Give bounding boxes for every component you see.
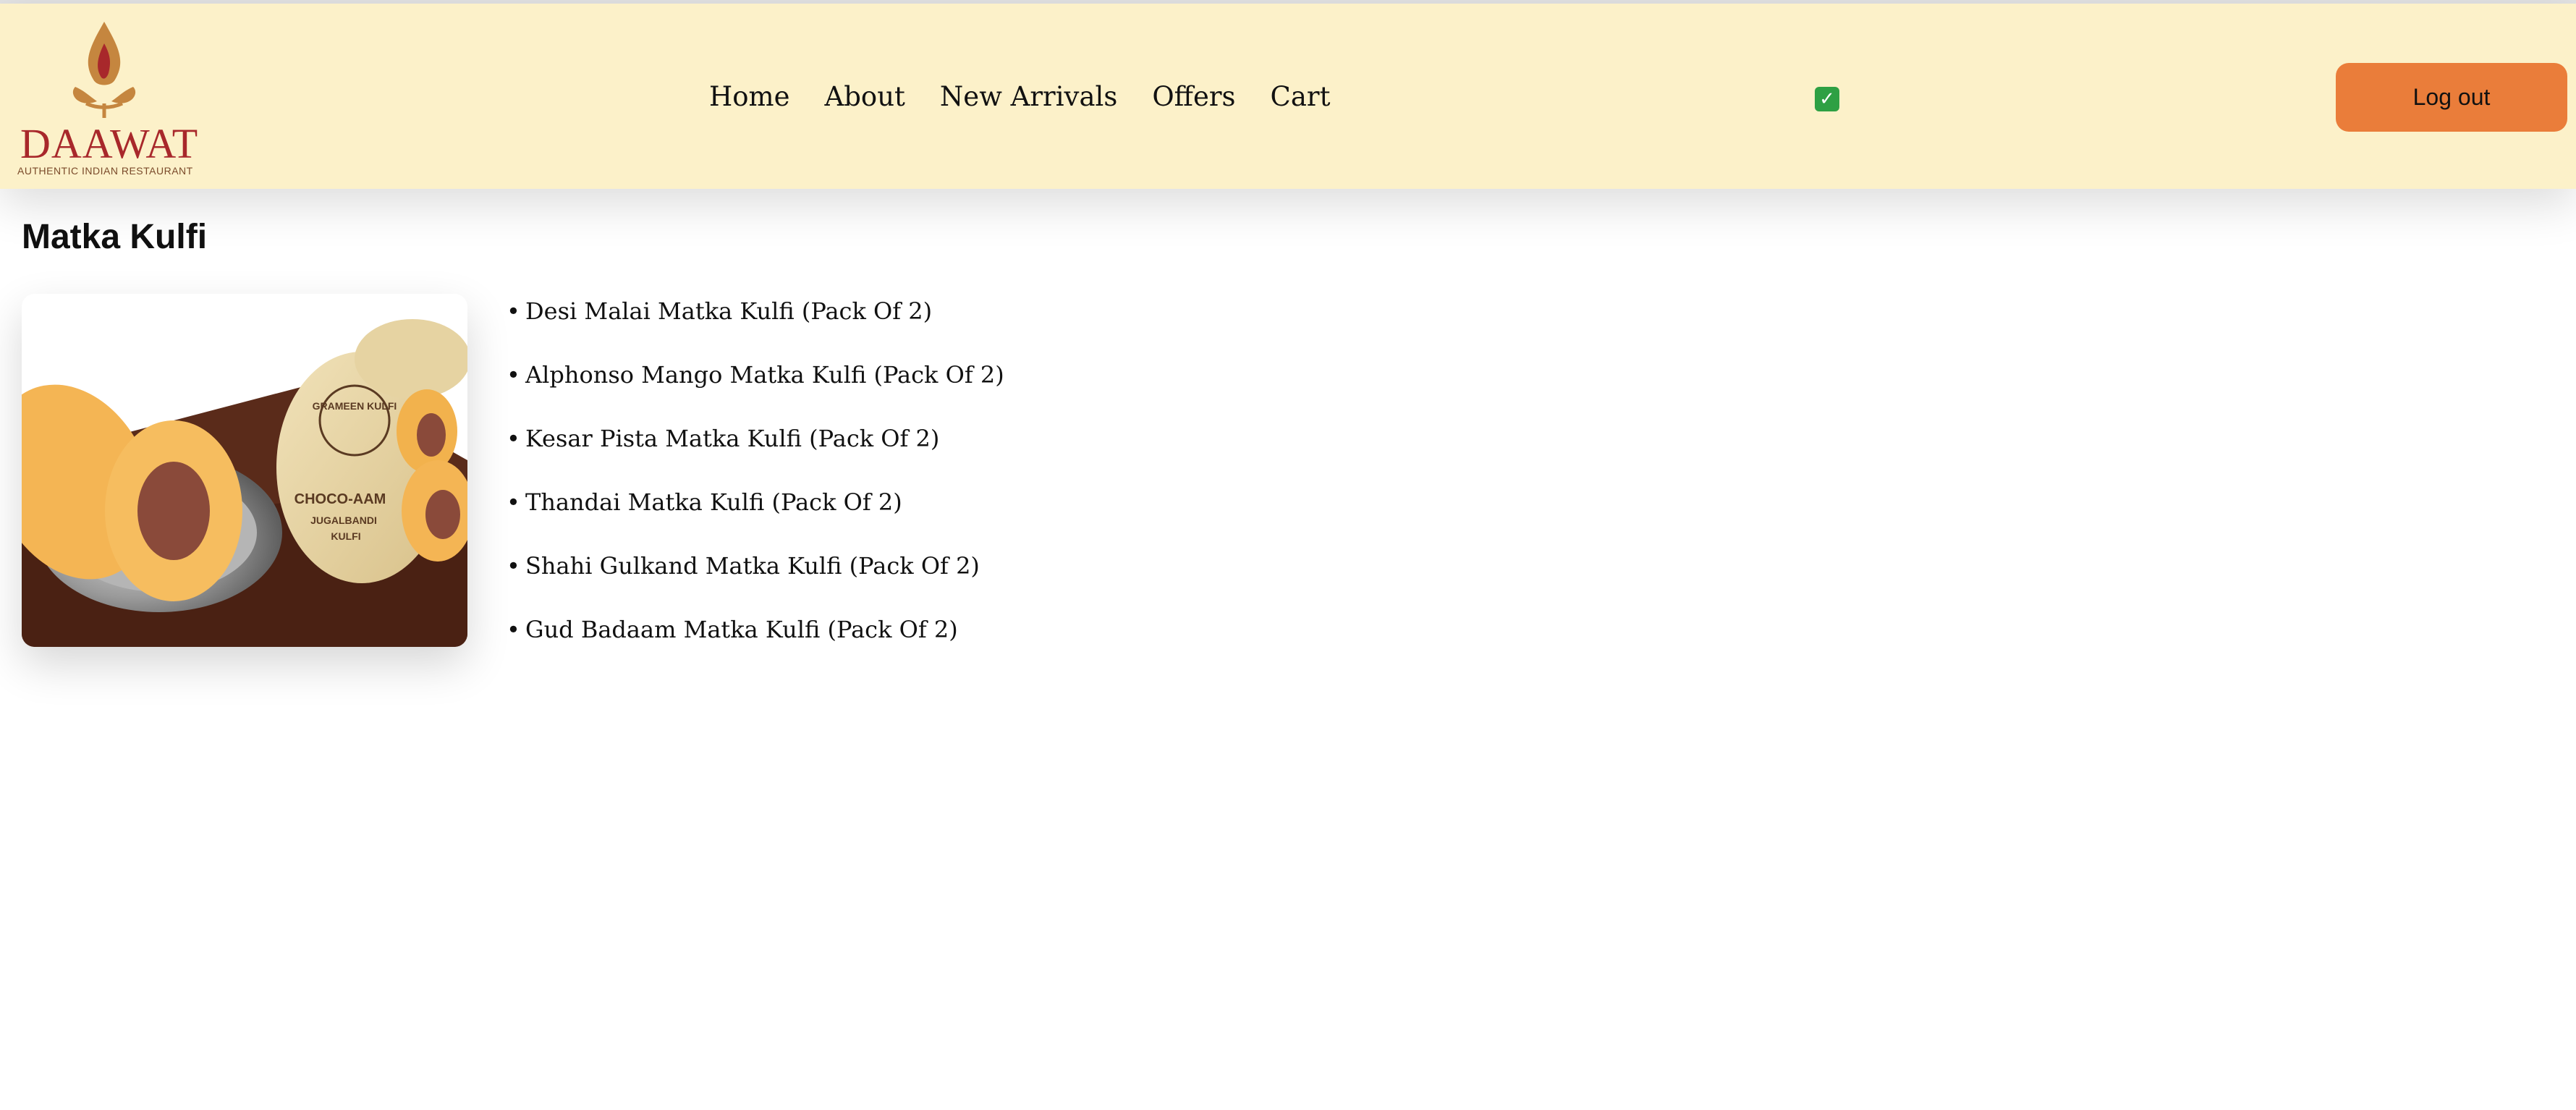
list-item[interactable]: • Kesar Pista Matka Kulfi (Pack Of 2) [507,417,1004,480]
bullet-icon: • [507,297,520,325]
bullet-icon: • [507,488,520,516]
daawat-logo[interactable]: DAAWAT AUTHENTIC INDIAN RESTAURANT [16,18,199,185]
list-item[interactable]: • Desi Malai Matka Kulfi (Pack Of 2) [507,289,1004,353]
product-image: GRAMEEN KULFI CHOCO-AAM JUGALBANDI KULFI [22,294,467,647]
bullet-icon: • [507,425,520,452]
nav-cart[interactable]: Cart [1271,81,1331,112]
product-name: Shahi Gulkand Matka Kulfi (Pack Of 2) [525,552,980,580]
product-name: Thandai Matka Kulfi (Pack Of 2) [525,488,902,516]
check-mark-button-icon: ✓ [1815,87,1839,111]
product-name: Desi Malai Matka Kulfi (Pack Of 2) [525,297,933,325]
nav-about[interactable]: About [825,81,905,112]
product-list: • Desi Malai Matka Kulfi (Pack Of 2) • Alp… [507,289,1004,671]
list-item[interactable]: • Gud Badaam Matka Kulfi (Pack Of 2) [507,608,1004,671]
tub-subtitle-label: JUGALBANDI [310,514,377,526]
tub-brand-label: GRAMEEN KULFI [313,400,397,412]
logout-button[interactable]: Log out [2336,63,2567,132]
product-name: Alphonso Mango Matka Kulfi (Pack Of 2) [525,361,1004,389]
nav-home[interactable]: Home [709,81,790,112]
list-item[interactable]: • Alphonso Mango Matka Kulfi (Pack Of 2) [507,353,1004,417]
tub-flavor-label: CHOCO-AAM [295,491,386,507]
logo-tagline: AUTHENTIC INDIAN RESTAURANT [17,165,193,177]
bullet-icon: • [507,552,520,580]
logo-wordmark: DAAWAT [20,120,199,167]
nav-new-arrivals[interactable]: New Arrivals [940,81,1117,112]
product-name: Kesar Pista Matka Kulfi (Pack Of 2) [525,425,940,452]
bullet-icon: • [507,616,520,643]
nav-offers[interactable]: Offers [1152,81,1235,112]
list-item[interactable]: • Shahi Gulkand Matka Kulfi (Pack Of 2) [507,544,1004,608]
main-navigation: Home About New Arrivals Offers Cart [709,4,1365,189]
list-item[interactable]: • Thandai Matka Kulfi (Pack Of 2) [507,480,1004,544]
product-name: Gud Badaam Matka Kulfi (Pack Of 2) [525,616,958,643]
flame-lamp-icon [72,22,136,118]
page-title: Matka Kulfi [22,218,208,256]
site-header: DAAWAT AUTHENTIC INDIAN RESTAURANT Home … [0,4,2576,189]
bullet-icon: • [507,361,520,389]
tub-kulfi-label: KULFI [331,530,360,542]
